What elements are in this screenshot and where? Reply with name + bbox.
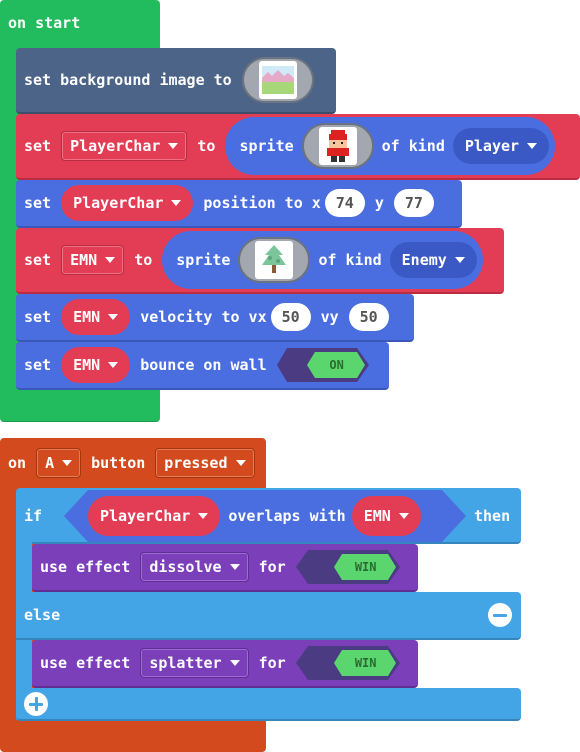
chevron-down-icon <box>108 314 119 320</box>
set-emn-bounce-block[interactable]: set EMN bounce on wall ON <box>16 342 389 390</box>
position-to-x-label: position to x <box>203 194 321 212</box>
kind-name: Player <box>464 137 520 155</box>
variable-dropdown-playerchar[interactable]: PlayerChar <box>61 131 188 161</box>
remove-else-icon[interactable] <box>488 603 512 627</box>
set-playerchar-sprite-block[interactable]: set PlayerChar to sprite of kind Player <box>16 114 580 180</box>
of-kind-label: of kind <box>318 251 382 269</box>
bounce-on-wall-label: bounce on wall <box>140 356 267 374</box>
variable-name: EMN <box>363 507 391 525</box>
set-background-label: set background image to <box>24 71 232 89</box>
if-label: if <box>24 507 43 525</box>
background-thumbnail-icon <box>258 61 297 99</box>
kind-dropdown-enemy[interactable]: Enemy <box>389 242 477 278</box>
set-label: set <box>24 356 52 374</box>
add-else-if-icon[interactable] <box>24 692 48 716</box>
sprite-create-block[interactable]: sprite of kind Player <box>225 117 556 175</box>
set-label: set <box>24 137 52 155</box>
variable-name: EMN <box>70 251 98 269</box>
kind-name: Enemy <box>401 251 447 269</box>
chevron-down-icon <box>105 257 116 263</box>
set-emn-sprite-block[interactable]: set EMN to sprite of kind Enemy <box>16 228 504 294</box>
chevron-down-icon <box>198 513 209 519</box>
variable-name: PlayerChar <box>100 507 191 525</box>
variable-dropdown-emn[interactable]: EMN <box>61 347 131 383</box>
chevron-down-icon <box>171 200 182 206</box>
button-name: A <box>45 454 55 472</box>
enemy-image-picker[interactable] <box>238 237 311 283</box>
sprite-create-block[interactable]: sprite of kind Enemy <box>162 231 483 289</box>
set-playerchar-position-block[interactable]: set PlayerChar position to x 74 y 77 <box>16 180 462 228</box>
on-label: on <box>8 454 27 472</box>
effect-value-label: WIN <box>354 656 377 670</box>
use-effect-dissolve-block[interactable]: use effect dissolve for WIN <box>32 544 418 592</box>
chevron-down-icon <box>235 460 246 466</box>
set-label: set <box>24 308 52 326</box>
effect-dropdown-splatter[interactable]: splatter <box>140 648 249 678</box>
else-label: else <box>24 606 61 624</box>
variable-name: PlayerChar <box>70 137 161 155</box>
for-label: for <box>258 558 286 576</box>
chevron-down-icon <box>108 362 119 368</box>
toggle-state-label: ON <box>329 358 344 372</box>
effect-duration-toggle[interactable]: WIN <box>295 550 400 584</box>
effect-duration-toggle[interactable]: WIN <box>295 646 400 680</box>
chevron-down-icon <box>62 460 73 466</box>
set-emn-velocity-block[interactable]: set EMN velocity to vx 50 vy 50 <box>16 294 414 342</box>
variable-name: EMN <box>73 356 101 374</box>
of-kind-label: of kind <box>381 137 445 155</box>
player-image-picker[interactable] <box>301 123 374 169</box>
variable-dropdown-playerchar[interactable]: PlayerChar <box>88 496 221 536</box>
bounce-toggle[interactable]: ON <box>276 348 369 382</box>
effect-dropdown-dissolve[interactable]: dissolve <box>140 552 249 582</box>
then-label: then <box>474 507 511 525</box>
chevron-down-icon <box>168 143 179 149</box>
vx-value-input[interactable]: 50 <box>270 303 311 331</box>
sprite-label: sprite <box>176 251 231 269</box>
variable-name: PlayerChar <box>73 194 164 212</box>
to-label: to <box>134 251 153 269</box>
button-dropdown[interactable]: A <box>36 448 82 478</box>
to-label: to <box>197 137 216 155</box>
use-effect-label: use effect <box>40 558 131 576</box>
variable-name: EMN <box>73 308 101 326</box>
background-image-picker[interactable] <box>241 57 314 103</box>
event-name: pressed <box>164 454 228 472</box>
on-start-label: on start <box>8 14 81 32</box>
chevron-down-icon <box>454 257 465 263</box>
if-block-bottom[interactable] <box>16 688 521 721</box>
chevron-down-icon <box>398 513 409 519</box>
y-label: y <box>374 194 384 212</box>
use-effect-label: use effect <box>40 654 131 672</box>
overlaps-condition-block[interactable]: PlayerChar overlaps with EMN <box>64 490 466 542</box>
effect-value-label: WIN <box>354 560 377 574</box>
vy-value-input[interactable]: 50 <box>348 303 389 331</box>
y-value-input[interactable]: 77 <box>393 189 434 217</box>
chevron-down-icon <box>527 143 538 149</box>
player-sprite-thumbnail-icon <box>318 127 357 165</box>
vy-label: vy <box>320 308 339 326</box>
on-button-header: on A button pressed <box>8 446 255 480</box>
for-label: for <box>258 654 286 672</box>
else-section[interactable] <box>16 592 521 640</box>
chevron-down-icon <box>229 660 240 666</box>
tree-sprite-thumbnail-icon <box>255 241 294 279</box>
variable-dropdown-emn[interactable]: EMN <box>61 299 131 335</box>
kind-dropdown-player[interactable]: Player <box>452 128 550 164</box>
chevron-down-icon <box>229 564 240 570</box>
variable-dropdown-emn[interactable]: EMN <box>351 496 421 536</box>
variable-dropdown-emn[interactable]: EMN <box>61 245 125 275</box>
set-background-image-block[interactable]: set background image to <box>16 48 336 114</box>
effect-name: dissolve <box>149 558 222 576</box>
velocity-to-vx-label: velocity to vx <box>140 308 267 326</box>
overlaps-with-label: overlaps with <box>228 507 346 525</box>
use-effect-splatter-block[interactable]: use effect splatter for WIN <box>32 640 418 688</box>
x-value-input[interactable]: 74 <box>324 189 365 217</box>
event-dropdown[interactable]: pressed <box>155 448 255 478</box>
set-label: set <box>24 251 52 269</box>
variable-dropdown-playerchar[interactable]: PlayerChar <box>61 185 194 221</box>
effect-name: splatter <box>149 654 222 672</box>
set-label: set <box>24 194 52 212</box>
sprite-label: sprite <box>239 137 294 155</box>
button-label: button <box>91 454 146 472</box>
